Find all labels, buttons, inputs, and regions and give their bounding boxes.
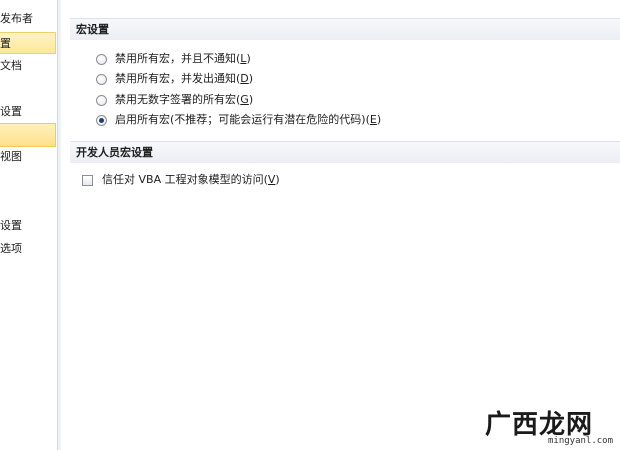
- sidebar-item-label: 设置: [0, 219, 22, 232]
- option-label: 信任对 VBA 工程对象模型的访问(V): [102, 173, 280, 186]
- sidebar-item-label: 发布者: [0, 12, 33, 25]
- sidebar-item-label: 选项: [0, 242, 22, 255]
- developer-settings-header: 开发人员宏设置: [70, 141, 620, 163]
- sidebar-item-settings-2[interactable]: 设置: [0, 101, 56, 123]
- option-label: 启用所有宏(不推荐；可能会运行有潜在危险的代码)(E): [115, 113, 382, 126]
- sidebar-item-view[interactable]: 视图: [0, 146, 56, 168]
- radio-button[interactable]: [96, 53, 107, 65]
- option-label: 禁用所有宏，并发出通知(D): [115, 72, 254, 85]
- macro-settings-header: 宏设置: [70, 18, 620, 40]
- checkbox[interactable]: [82, 174, 93, 186]
- sidebar-item-settings[interactable]: 置: [0, 32, 56, 54]
- watermark-url: mingyanl.com: [548, 436, 614, 446]
- option-label: 禁用所有宏，并且不通知(L): [115, 52, 251, 65]
- sidebar-item-publisher[interactable]: 发布者: [0, 8, 56, 30]
- sidebar-item-documents[interactable]: 文档: [0, 55, 56, 77]
- option-label: 禁用无数字签署的所有宏(G): [115, 93, 254, 106]
- radio-disable-no-notify[interactable]: 禁用所有宏，并且不通知(L): [96, 50, 251, 68]
- radio-enable-all[interactable]: 启用所有宏(不推荐；可能会运行有潜在危险的代码)(E): [96, 111, 381, 129]
- radio-disable-unsigned[interactable]: 禁用无数字签署的所有宏(G): [96, 91, 253, 109]
- radio-button[interactable]: [96, 73, 107, 85]
- sidebar-item-options[interactable]: 选项: [0, 238, 56, 260]
- sidebar-item-settings-3[interactable]: 设置: [0, 215, 56, 237]
- radio-button-selected[interactable]: [96, 114, 107, 126]
- sidebar-item-label: 设置: [0, 105, 22, 118]
- options-sidebar: 发布者 置 文档 设置 视图 设置 选项: [0, 0, 58, 450]
- sidebar-item-label: 视图: [0, 150, 22, 163]
- trust-center-panel: 宏设置 禁用所有宏，并且不通知(L) 禁用所有宏，并发出通知(D) 禁用无数字签…: [61, 0, 620, 450]
- radio-disable-with-notify[interactable]: 禁用所有宏，并发出通知(D): [96, 70, 253, 88]
- sidebar-item-label: 文档: [0, 59, 22, 72]
- checkbox-trust-vba[interactable]: 信任对 VBA 工程对象模型的访问(V): [82, 171, 280, 189]
- radio-button[interactable]: [96, 94, 107, 106]
- sidebar-item-macro-settings[interactable]: [0, 123, 56, 147]
- sidebar-item-label: 置: [0, 37, 11, 50]
